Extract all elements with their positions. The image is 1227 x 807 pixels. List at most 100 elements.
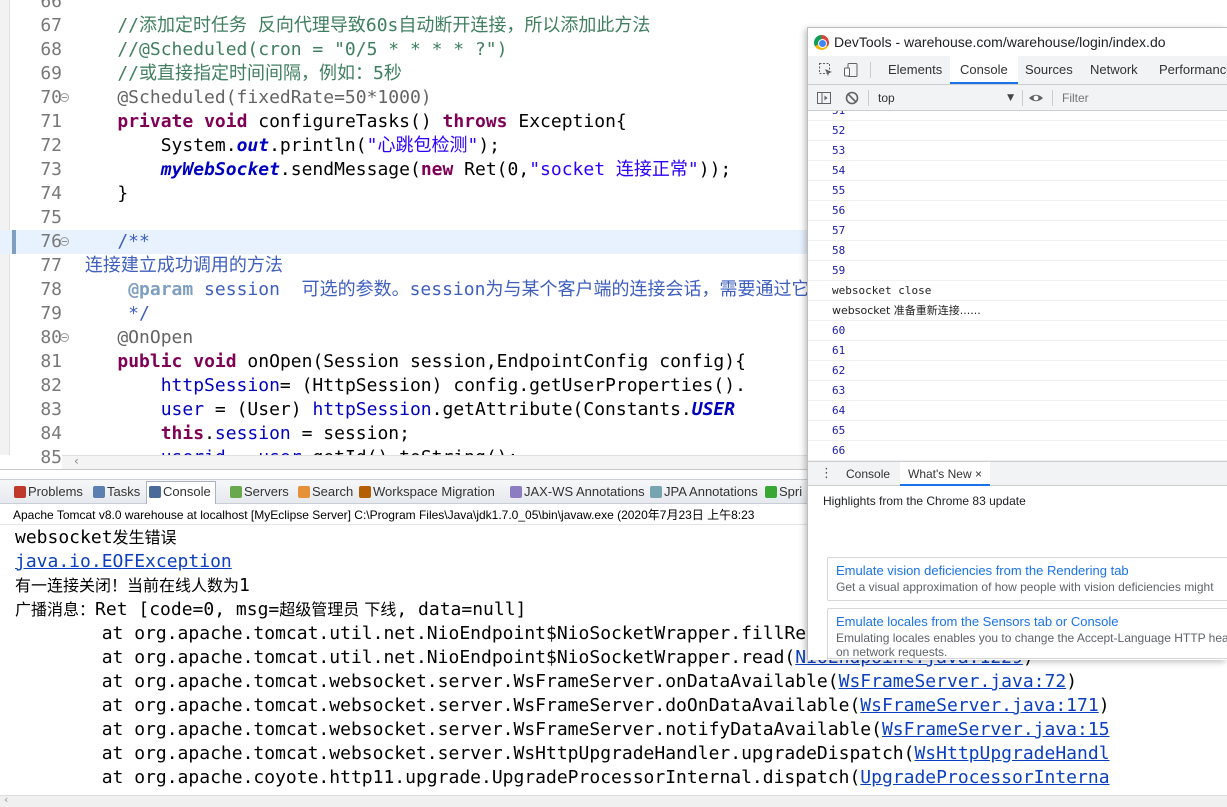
line-number: 84 xyxy=(40,423,62,444)
line-number: 78 xyxy=(40,279,62,300)
clear-console-icon[interactable] xyxy=(844,90,860,106)
code-token: void xyxy=(193,351,237,372)
code-text: @Scheduled(fixedRate=50*1000) xyxy=(74,86,431,110)
tab-console[interactable]: Console xyxy=(146,481,216,504)
line-number: 76 xyxy=(40,231,62,252)
code-token: session 可选的参数。session为与某个客户端的连接会话，需要通过它来 xyxy=(193,279,828,300)
console-filter-input[interactable] xyxy=(1062,89,1227,107)
stacktrace-link[interactable]: java.io.EOFException xyxy=(15,551,232,572)
console-message: 53 xyxy=(808,141,1227,161)
tab-jpa-annotations[interactable]: JPA Annotations xyxy=(648,482,758,502)
drawer-headline: Highlights from the Chrome 83 update xyxy=(823,494,1026,508)
console-text: ) xyxy=(1066,671,1078,692)
tab-jaxws-annotations-label: JAX-WS Annotations xyxy=(524,484,645,499)
devtools-tab-elements[interactable]: Elements xyxy=(888,56,942,84)
console-message: 65 xyxy=(808,421,1227,441)
code-token: onOpen(Session session,EndpointConfig co… xyxy=(236,351,746,372)
line-number: 85 xyxy=(40,447,62,468)
whats-new-card[interactable]: Emulate locales from the Sensors tab or … xyxy=(827,608,1227,660)
console-text: at org.apache.tomcat.websocket.server.Ws… xyxy=(15,743,915,764)
code-text: private void configureTasks() throws Exc… xyxy=(74,110,627,134)
code-token: "心跳包检测" xyxy=(366,135,479,156)
jaxws-annotations-icon xyxy=(510,486,522,498)
editor-horizontal-scrollbar[interactable]: ‹ xyxy=(62,454,807,469)
drawer-tab-console[interactable]: Console xyxy=(846,462,890,486)
drawer-menu-icon[interactable]: ⋮ xyxy=(820,466,833,482)
spring-icon xyxy=(765,486,777,498)
devtools-tab-performance[interactable]: Performance xyxy=(1159,56,1227,84)
console-line: 广播消息：Ret [code=0, msg=超级管理员 下线, data=nul… xyxy=(15,598,526,622)
code-token: Exception{ xyxy=(507,111,627,132)
tab-workspace-migration[interactable]: Workspace Migration xyxy=(357,482,495,502)
line-number: 69 xyxy=(40,63,62,84)
line-number: 67 xyxy=(40,15,62,36)
console-horizontal-scrollbar[interactable]: ‹ xyxy=(0,793,1227,807)
card-title-link[interactable]: Emulate vision deficiencies from the Ren… xyxy=(836,562,1223,580)
whats-new-card[interactable]: Cross-Origin Opener Policy (COOP) and Cr… xyxy=(827,658,1227,660)
console-message: 55 xyxy=(808,181,1227,201)
select-element-icon[interactable] xyxy=(818,62,834,78)
code-token: "socket 连接正常" xyxy=(529,159,699,180)
code-token: //或直接指定时间间隔，例如：5秒 xyxy=(74,63,402,84)
fold-toggle-icon[interactable]: − xyxy=(60,237,69,246)
tab-problems[interactable]: Problems xyxy=(12,482,83,502)
close-icon[interactable]: × xyxy=(975,467,982,481)
devtools-tab-sources[interactable]: Sources xyxy=(1025,56,1073,84)
line-number: 79 xyxy=(40,303,62,324)
whats-new-card[interactable]: Emulate vision deficiencies from the Ren… xyxy=(827,557,1227,601)
card-title-link[interactable]: Emulate locales from the Sensors tab or … xyxy=(836,613,1223,631)
console-message: websocket 准备重新连接...... xyxy=(808,301,1227,321)
drawer-tab-whats-new[interactable]: What's New × xyxy=(900,462,990,486)
code-token: myWebSocket xyxy=(160,159,280,180)
tab-workspace-migration-label: Workspace Migration xyxy=(373,484,495,499)
scroll-left-icon[interactable]: ‹ xyxy=(4,793,8,806)
tab-spring[interactable]: Spri xyxy=(763,482,802,502)
devtools-console-messages[interactable]: 515253545556575859websocket closewebsock… xyxy=(808,111,1227,461)
drawer-tab-strip: ⋮ Console What's New × xyxy=(808,462,1227,486)
console-text: 超级管理员 下线 xyxy=(279,600,397,619)
devtools-title: DevTools - warehouse.com/warehouse/login… xyxy=(834,34,1166,50)
console-message: 66 xyxy=(808,441,1227,461)
context-selector[interactable]: top ▼ xyxy=(878,89,1014,107)
console-text: 发生错误 xyxy=(112,528,177,547)
devtools-title-bar[interactable]: DevTools - warehouse.com/warehouse/login… xyxy=(808,28,1227,56)
stacktrace-link[interactable]: WsFrameServer.java:72 xyxy=(839,671,1067,692)
console-text: 1 xyxy=(239,575,250,596)
fold-toggle-icon[interactable]: − xyxy=(60,93,69,102)
code-text: } xyxy=(74,182,128,206)
console-text: at org.apache.tomcat.util.net.NioEndpoin… xyxy=(15,647,796,668)
stacktrace-link[interactable]: WsFrameServer.java:171 xyxy=(860,695,1098,716)
tab-search[interactable]: Search xyxy=(296,482,353,502)
console-message: 62 xyxy=(808,361,1227,381)
tab-jaxws-annotations[interactable]: JAX-WS Annotations xyxy=(508,482,645,502)
console-message: 52 xyxy=(808,121,1227,141)
stacktrace-link[interactable]: WsHttpUpgradeHandl xyxy=(914,743,1109,764)
device-toolbar-icon[interactable] xyxy=(843,62,859,78)
tab-tasks[interactable]: Tasks xyxy=(91,482,140,502)
scroll-left-icon[interactable]: ‹ xyxy=(74,454,79,468)
tab-search-label: Search xyxy=(312,484,354,499)
fold-toggle-icon[interactable]: − xyxy=(60,333,69,342)
context-selector-value: top xyxy=(878,91,895,105)
live-expression-icon[interactable] xyxy=(1028,90,1044,106)
devtools-tab-console[interactable]: Console xyxy=(950,56,1018,84)
stacktrace-link[interactable]: UpgradeProcessorInterna xyxy=(860,767,1109,788)
tab-servers[interactable]: Servers xyxy=(228,482,289,502)
line-number: 82 xyxy=(40,375,62,396)
code-text: //或直接指定时间间隔，例如：5秒 xyxy=(74,62,402,86)
console-message: 58 xyxy=(808,241,1227,261)
console-sidebar-icon[interactable] xyxy=(816,90,832,106)
code-line: 66 xyxy=(0,0,1227,14)
tasks-icon xyxy=(93,486,105,498)
code-token: @param xyxy=(128,279,194,300)
card-description: Emulating locales enables you to change … xyxy=(836,631,1227,659)
stacktrace-link[interactable]: WsFrameServer.java:15 xyxy=(882,719,1110,740)
toolbar-divider xyxy=(1022,90,1023,106)
devtools-tab-network[interactable]: Network xyxy=(1090,56,1138,84)
